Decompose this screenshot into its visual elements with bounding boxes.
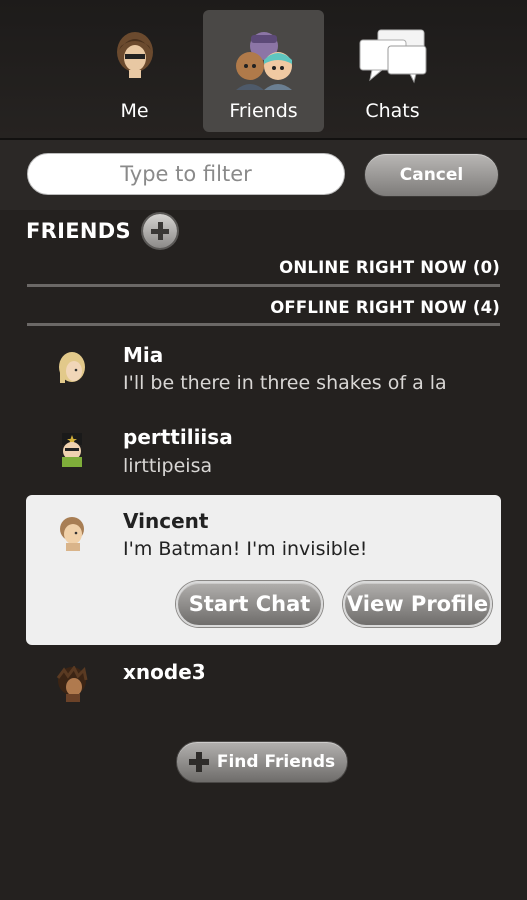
filter-input[interactable] xyxy=(27,153,345,195)
habbo-avatar-icon xyxy=(115,28,155,84)
view-profile-button[interactable]: View Profile xyxy=(343,581,492,627)
filter-bar: Cancel xyxy=(0,140,527,210)
friend-status: I'm Batman! I'm invisible! xyxy=(123,538,368,560)
find-friends-button[interactable]: Find Friends xyxy=(176,741,348,783)
friends-group-icon xyxy=(232,28,296,94)
tab-chats-label: Chats xyxy=(365,100,420,122)
friend-status: lirttipeisa xyxy=(123,455,213,477)
chat-bubbles-icon xyxy=(358,28,428,88)
cancel-button[interactable]: Cancel xyxy=(364,153,499,197)
tab-friends[interactable]: Friends xyxy=(203,10,324,132)
friend-row-xnode3[interactable]: xnode3 xyxy=(26,652,501,722)
friend-row-mia[interactable]: Mia I'll be there in three shakes of a l… xyxy=(26,335,501,405)
tab-chats[interactable]: Chats xyxy=(332,10,453,132)
friend-name: xnode3 xyxy=(123,660,206,684)
tab-friends-label: Friends xyxy=(229,100,298,122)
friends-header: FRIENDS xyxy=(26,214,177,248)
start-chat-button[interactable]: Start Chat xyxy=(176,581,323,627)
friends-title: FRIENDS xyxy=(26,219,131,243)
divider xyxy=(27,323,500,326)
friend-avatar xyxy=(56,431,88,469)
plus-circle-icon[interactable] xyxy=(142,214,177,248)
friend-name: Mia xyxy=(123,343,164,367)
friend-name: Vincent xyxy=(123,509,209,533)
friend-row-perttiliisa[interactable]: perttiliisa lirttipeisa xyxy=(26,415,501,487)
friend-name: perttiliisa xyxy=(123,425,233,449)
offline-section-header[interactable]: OFFLINE RIGHT NOW (4) xyxy=(270,298,500,317)
friend-status: I'll be there in three shakes of a la xyxy=(123,372,447,394)
tab-me-label: Me xyxy=(120,100,149,122)
plus-icon xyxy=(188,752,209,772)
tab-me[interactable]: Me xyxy=(74,10,195,132)
find-friends-label: Find Friends xyxy=(216,752,336,772)
tab-bar: Me Friends Chats xyxy=(0,0,527,140)
friend-avatar xyxy=(56,351,88,389)
friend-row-vincent[interactable]: Vincent I'm Batman! I'm invisible! Start… xyxy=(26,495,501,645)
friend-avatar xyxy=(56,515,88,553)
divider xyxy=(27,284,500,287)
friend-avatar xyxy=(56,665,88,704)
online-section-header[interactable]: ONLINE RIGHT NOW (0) xyxy=(279,258,500,277)
